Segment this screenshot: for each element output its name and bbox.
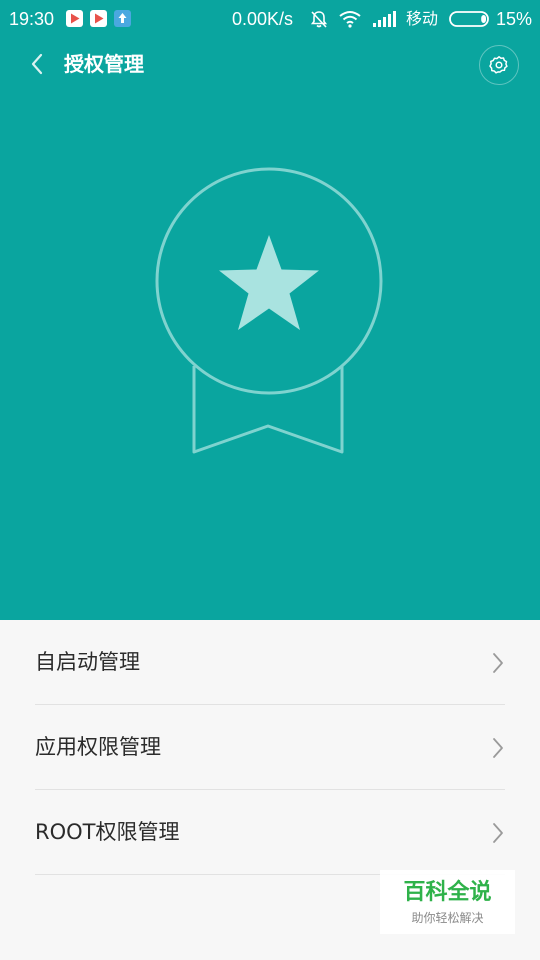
menu-item-label: ROOT权限管理 xyxy=(35,820,180,844)
upload-icon xyxy=(114,10,131,27)
silent-bell-icon xyxy=(310,11,328,28)
status-bar: 19:30 0.00K/s 移动 15% xyxy=(0,0,540,38)
watermark-title: 百科全说 xyxy=(403,880,492,905)
star-badge-illustration xyxy=(155,167,383,454)
battery-percent: 15% xyxy=(496,9,533,29)
menu-item-autostart[interactable]: 自启动管理 xyxy=(35,620,505,705)
status-time: 19:30 xyxy=(9,9,55,29)
back-button[interactable] xyxy=(24,50,52,78)
permission-menu-list: 自启动管理 应用权限管理 ROOT权限管理 xyxy=(0,620,540,875)
page-title: 授权管理 xyxy=(64,52,144,76)
network-speed: 0.00K/s xyxy=(232,9,294,29)
settings-button[interactable] xyxy=(479,45,519,85)
gear-icon xyxy=(489,56,508,74)
menu-item-root-permissions[interactable]: ROOT权限管理 xyxy=(35,790,505,875)
video-app-icon xyxy=(66,10,83,27)
carrier-name: 移动 xyxy=(406,9,439,28)
watermark: 百科全说 助你轻松解决 xyxy=(380,870,515,934)
chevron-right-icon xyxy=(493,738,503,758)
wifi-icon xyxy=(339,11,361,28)
signal-icon xyxy=(373,11,396,27)
battery-icon xyxy=(449,11,489,27)
chevron-right-icon xyxy=(493,653,503,673)
video-app-icon xyxy=(90,10,107,27)
menu-item-label: 应用权限管理 xyxy=(35,735,161,759)
menu-item-app-permissions[interactable]: 应用权限管理 xyxy=(35,705,505,790)
chevron-left-icon xyxy=(31,53,43,75)
chevron-right-icon xyxy=(493,823,503,843)
app-bar: 授权管理 xyxy=(0,38,540,90)
menu-item-label: 自启动管理 xyxy=(35,650,140,674)
watermark-subtitle: 助你轻松解决 xyxy=(411,911,484,925)
